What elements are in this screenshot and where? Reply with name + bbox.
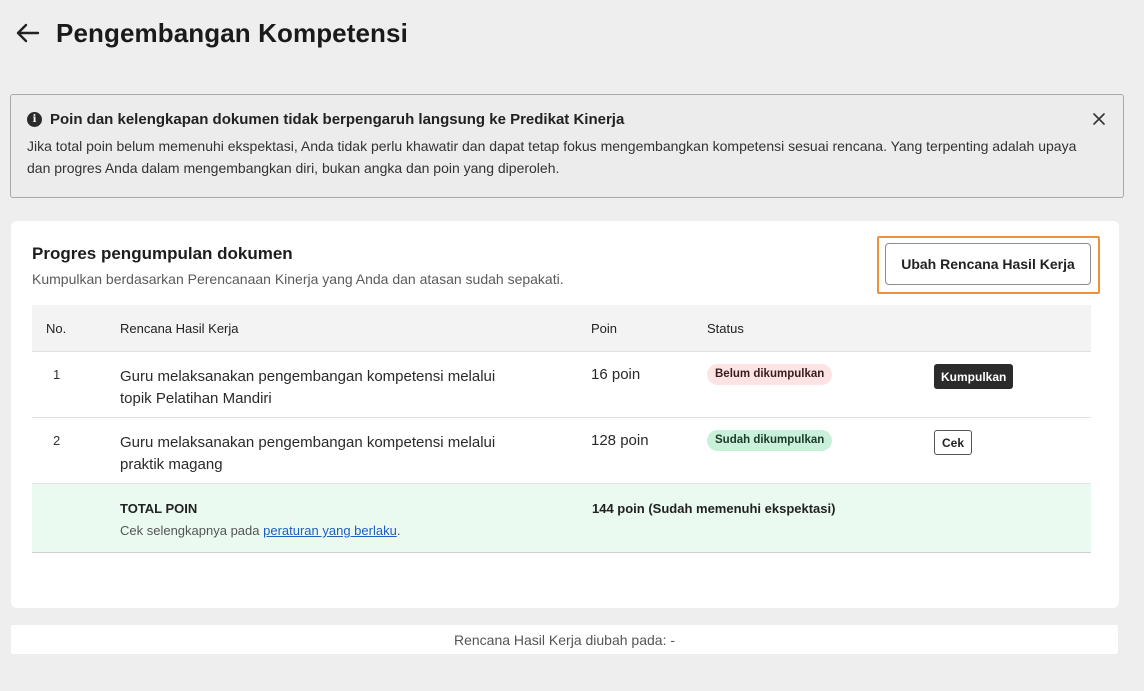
column-header-poin: Poin bbox=[591, 320, 618, 336]
total-value: 144 poin (Sudah memenuhi ekspektasi) bbox=[592, 501, 836, 516]
last-modified-bar: Rencana Hasil Kerja diubah pada: - bbox=[11, 625, 1118, 654]
edit-plan-button[interactable]: Ubah Rencana Hasil Kerja bbox=[885, 243, 1091, 285]
plan-table: No. Rencana Hasil Kerja Poin Status 1 Gu… bbox=[32, 305, 1091, 553]
table-row: 1 Guru melaksanakan pengembangan kompete… bbox=[32, 352, 1091, 418]
total-note-prefix: Cek selengkapnya pada bbox=[120, 523, 264, 538]
page-title: Pengembangan Kompetensi bbox=[56, 17, 408, 48]
row-poin: 128 poin bbox=[591, 432, 649, 449]
table-header: No. Rencana Hasil Kerja Poin Status bbox=[32, 305, 1091, 352]
progress-card: Progres pengumpulan dokumen Kumpulkan be… bbox=[11, 221, 1119, 608]
last-modified-text: Rencana Hasil Kerja diubah pada: - bbox=[453, 631, 676, 648]
status-badge: Sudah dikumpulkan bbox=[707, 430, 833, 451]
section-subtitle: Kumpulkan berdasarkan Perencanaan Kinerj… bbox=[32, 271, 564, 287]
column-header-status: Status bbox=[707, 320, 744, 336]
total-note: Cek selengkapnya pada peraturan yang ber… bbox=[120, 523, 591, 538]
arrow-left-icon[interactable] bbox=[14, 19, 42, 47]
check-button[interactable]: Cek bbox=[934, 430, 973, 455]
row-number: 1 bbox=[53, 367, 61, 382]
row-number: 2 bbox=[53, 433, 61, 448]
submit-button[interactable]: Kumpulkan bbox=[934, 364, 1014, 389]
regulation-link[interactable]: peraturan yang berlaku bbox=[263, 523, 397, 538]
banner-title: Poin dan kelengkapan dokumen tidak berpe… bbox=[50, 110, 625, 128]
row-poin: 16 poin bbox=[591, 366, 641, 383]
row-plan: Guru melaksanakan pengembangan kompetens… bbox=[120, 368, 496, 407]
info-banner: i Poin dan kelengkapan dokumen tidak ber… bbox=[10, 94, 1124, 198]
column-header-no: No. bbox=[46, 320, 67, 336]
info-icon: i bbox=[27, 111, 42, 127]
status-badge: Belum dikumpulkan bbox=[707, 364, 833, 385]
row-plan: Guru melaksanakan pengembangan kompetens… bbox=[120, 434, 496, 473]
page-header: Pengembangan Kompetensi bbox=[14, 16, 408, 50]
banner-body: Jika total poin belum memenuhi ekspektas… bbox=[27, 138, 1077, 176]
total-label: TOTAL POIN bbox=[120, 501, 198, 516]
column-header-plan: Rencana Hasil Kerja bbox=[120, 320, 239, 336]
total-note-suffix: . bbox=[396, 523, 401, 538]
close-icon[interactable] bbox=[1091, 111, 1107, 127]
total-row: TOTAL POIN Cek selengkapnya pada peratur… bbox=[32, 484, 1091, 553]
section-title: Progres pengumpulan dokumen bbox=[32, 244, 293, 263]
table-row: 2 Guru melaksanakan pengembangan kompete… bbox=[32, 418, 1091, 484]
